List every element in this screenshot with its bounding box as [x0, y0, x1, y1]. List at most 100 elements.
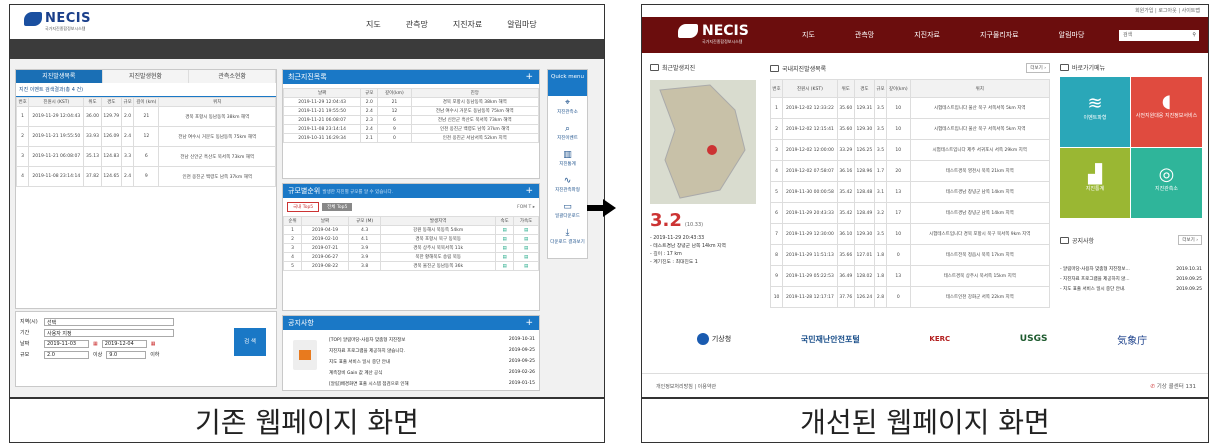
tab-station-status[interactable]: 관측소현황 [189, 70, 277, 83]
nav-item-network[interactable]: 관측망 [855, 30, 874, 40]
table-row[interactable]: 1 2019-12-02 12:33:22 35.60 129.31 3.5 10 시험테스… [769, 97, 1050, 119]
table-row[interactable]: 5 2019-11-30 00:00:58 35.42 128.48 3.1 13 테스트경… [769, 181, 1050, 203]
table-row[interactable]: 1 2019-11-29 12:04:43 36.00 129.79 2.0 21 경북 포… [15, 106, 276, 127]
table-row[interactable]: 6 2019-11-29 20:43:33 35.42 128.49 3.2 17 테스트경… [769, 202, 1050, 224]
plus-icon[interactable]: + [525, 316, 533, 330]
table-row[interactable]: 8 2019-11-29 11:51:13 35.66 127.01 1.8 0 테스트전북… [769, 244, 1050, 266]
plus-icon[interactable]: + [525, 184, 533, 198]
table-row[interactable]: 3 2019-11-21 06:08:07 35.13 124.83 3.3 6 전남 신안… [15, 146, 276, 167]
notice-item[interactable]: - 알림마당-사용자 맞춤형 지진정보... 2019.10.31 [1060, 265, 1202, 275]
table-row[interactable]: 9 2019-11-29 05:22:53 36.49 128.02 1.8 13 테스트경… [769, 265, 1050, 287]
quick-item-stats[interactable]: ▥ 지진통계 [548, 148, 587, 174]
partner-jma[interactable]: 気象庁 [1117, 332, 1147, 347]
period-select[interactable]: 사용자 지정 [44, 328, 174, 337]
table-row[interactable]: 2019-11-08 23:14:14 2.4 9 인천 옹진군 백령도 남쪽 37k… [282, 124, 539, 134]
partner-usgs[interactable]: USGS [1020, 334, 1048, 344]
tab-event-status[interactable]: 지진발생현황 [102, 70, 190, 83]
table-row[interactable]: 5 2019-08-22 3.8 경북 울진군 동남동쪽 36k ▤ ▤ [282, 261, 539, 271]
more-button[interactable]: 더보기 › [1026, 63, 1050, 73]
table-row[interactable]: 3 2019-12-02 12:00:00 33.29 126.25 3.5 10 시험테스… [769, 139, 1050, 161]
old-logo[interactable]: NECIS 국가지진종합정보시스템 [24, 11, 91, 31]
new-logo[interactable]: NECIS 국가지진종합정보시스템 [678, 23, 749, 44]
partner-kma[interactable]: 기상청 [696, 333, 731, 345]
chart-icon[interactable]: ▤ [495, 261, 515, 271]
table-row[interactable]: 4 2019-12-02 07:58:07 36.16 128.96 1.7 20 테스트경… [769, 160, 1050, 182]
chart-icon[interactable]: ▤ [495, 234, 515, 244]
quick-item-wave[interactable]: ∿ 지진관측파형 [548, 174, 587, 200]
table-row[interactable]: 7 2019-11-29 12:30:00 36.10 129.30 3.5 10 시험테스… [769, 223, 1050, 245]
nav-item-notice[interactable]: 알림마당 [1059, 30, 1085, 40]
quick-menu-title: Quick menu [548, 70, 587, 96]
ranking-more[interactable]: FOM T ▸ [517, 205, 535, 210]
nav-item-map[interactable]: 지도 [802, 30, 815, 40]
notice-item[interactable]: [TOP] 알림마당-사용자 맞춤형 지진정보 2019-10-31 [329, 334, 535, 345]
table-row[interactable]: 2 2019-02-10 4.1 경북 포항시 북구 동북동 ▤ ▤ [282, 234, 539, 244]
mag-to-input[interactable]: 9.0 [106, 350, 147, 359]
chart-icon[interactable]: ▤ [495, 225, 515, 235]
chart-icon[interactable]: ▤ [513, 252, 539, 262]
table-row[interactable]: 2 2019-11-21 19:55:50 33.93 126.09 2.4 12 전남 여… [15, 126, 276, 147]
table-row[interactable]: 2019-11-21 19:55:50 2.4 12 전남 여수시 거문도 동남동쪽 … [282, 106, 539, 116]
tile-event-wave[interactable]: ≋ 이벤트파형 [1060, 77, 1130, 147]
notice-date: 2019-01-15 [508, 381, 535, 386]
table-row[interactable]: 2019-10-31 16:29:34 2.1 0 인천 옹진군 서남서쪽 52km … [282, 133, 539, 143]
quick-item-bulk[interactable]: ▭ 일괄다운로드 [548, 200, 587, 226]
nav-item-geophysics[interactable]: 지구물리자료 [980, 30, 1019, 40]
table-row[interactable]: 2 2019-12-02 12:15:41 35.60 129.30 3.5 10 시험테스… [769, 118, 1050, 140]
quick-item-station[interactable]: ⌖ 지진관측소 [548, 96, 587, 122]
cell: 2019-11-30 00:00:58 [782, 181, 838, 203]
mag-from-input[interactable]: 2.0 [44, 350, 89, 359]
cell: 13 [886, 181, 911, 203]
plus-icon[interactable]: + [525, 70, 533, 84]
calendar-icon[interactable]: ▦ [93, 341, 98, 347]
tile-stats[interactable]: ▟ 지진통계 [1060, 148, 1130, 218]
quick-item-result[interactable]: ⤓ 다운로드 결과보기 [548, 226, 587, 252]
table-row[interactable]: 2019-11-29 12:04:43 2.0 21 경북 포항시 동남동쪽 38km… [282, 97, 539, 107]
notice-item[interactable]: - 지진자료 프로그램을 제공하지 않... 2019.09.25 [1060, 275, 1202, 285]
table-row[interactable]: 10 2019-11-28 12:17:17 37.76 126.24 2.8 0 테스트인… [769, 286, 1050, 308]
nav-item-network[interactable]: 관측망 [406, 19, 428, 30]
partner-kerc[interactable]: KERC [929, 335, 950, 343]
search-input[interactable]: 검색 ⚲ [1119, 30, 1199, 41]
quick-item-event[interactable]: ⌕ 지진이벤트 [548, 122, 587, 148]
cell: 1 [282, 225, 303, 235]
region-select[interactable]: 선택 [44, 317, 174, 326]
chart-icon[interactable]: ▤ [513, 225, 539, 235]
more-button[interactable]: 더보기 › [1178, 235, 1202, 245]
nav-item-data[interactable]: 지진자료 [453, 19, 482, 30]
korea-map[interactable] [650, 80, 756, 204]
nav-item-map[interactable]: 지도 [366, 19, 381, 30]
date-to-input[interactable]: 2019-12-04 [101, 339, 147, 348]
nav-item-data[interactable]: 지진자료 [914, 30, 940, 40]
table-row[interactable]: 4 2019-06-27 3.9 북한 황해북도 송림 북동 ▤ ▤ [282, 252, 539, 262]
notice-item[interactable]: - 지도 표출 서비스 일시 중단 안내. 2019.09.25 [1060, 285, 1202, 295]
cell: 2019-11-08 23:14:14 [282, 124, 362, 134]
date-from-input[interactable]: 2019-11-03 [44, 339, 89, 348]
chart-icon[interactable]: ▤ [513, 243, 539, 253]
tile-info-service[interactable]: ◖ 사전지원대응 지진정보서비스 [1131, 77, 1202, 147]
notice-item[interactable]: 계측장비 Gain 값 계산 공식 2019-02-26 [329, 367, 535, 378]
search-icon[interactable]: ⚲ [1192, 30, 1196, 41]
chart-icon[interactable]: ▤ [495, 252, 515, 262]
table-row[interactable]: 2019-11-21 06:08:07 2.3 6 전남 신안군 흑산도 북서쪽 73… [282, 115, 539, 125]
notice-item[interactable]: [알림]배경화면 표출 시스템 점검으로 인해 2019-01-15 [329, 378, 535, 389]
table-row[interactable]: 4 2019-11-08 23:14:14 37.82 124.65 2.4 9 인천 옹진… [15, 166, 276, 187]
chart-icon[interactable]: ▤ [495, 243, 515, 253]
tab-event-list[interactable]: 지진발생목록 [16, 70, 103, 83]
search-button[interactable]: 검 색 [234, 328, 266, 356]
nav-item-notice[interactable]: 알림마당 [507, 19, 536, 30]
tile-stations[interactable]: ◎ 지진관측소 [1131, 148, 1202, 218]
tab-domestic-top5[interactable]: 국내 Top5 [287, 202, 320, 212]
chart-icon[interactable]: ▤ [513, 234, 539, 244]
notice-item[interactable]: 지진자료 프로그램을 제공하지 않습니다. 2019-09-25 [329, 345, 535, 356]
table-row[interactable]: 1 2019-04-19 4.3 강원 동해시 북동쪽 54km ▤ ▤ [282, 225, 539, 235]
footer-links[interactable]: 개인정보처리방침 | 이용약관 [656, 383, 716, 390]
notice-item[interactable]: 지도 표출 서비스 일시 중단 안내 2019-09-25 [329, 356, 535, 367]
table-row[interactable]: 3 2019-07-21 3.9 경북 상주시 북북서쪽 11k ▤ ▤ [282, 243, 539, 253]
tab-all-top5[interactable]: 전체 Top5 [322, 203, 353, 211]
call-center[interactable]: ✆ 기상 콜센터 131 [1150, 382, 1196, 390]
chart-icon[interactable]: ▤ [513, 261, 539, 271]
calendar-icon[interactable]: ▦ [151, 341, 156, 347]
top-links[interactable]: 회원가입 | 로그아웃 | 사이트맵 [642, 5, 1208, 17]
partner-safety-portal[interactable]: 국민재난안전포털 [801, 334, 860, 345]
